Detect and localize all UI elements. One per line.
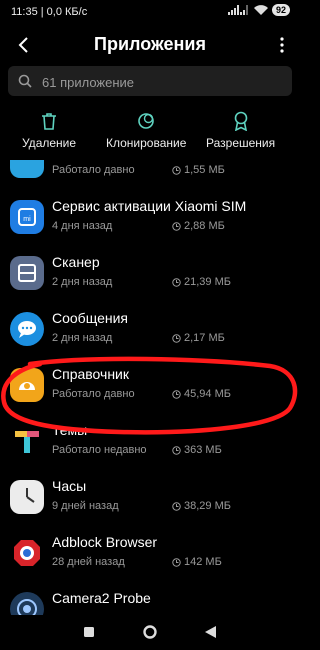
permissions-label: Разрешения — [206, 136, 276, 150]
clock-small-icon — [172, 445, 181, 455]
top-bar: Приложения — [0, 26, 300, 64]
app-row-xiaomi-sim[interactable]: mi Сервис активации Xiaomi SIM 4 дня наз… — [0, 190, 300, 246]
clock-small-icon — [172, 389, 181, 399]
permissions-icon — [234, 111, 247, 131]
app-size-value: 142 МБ — [184, 556, 222, 568]
app-size: 2,88 МБ — [172, 220, 225, 232]
messages-icon — [10, 312, 44, 346]
app-row-camera2-probe[interactable]: Camera2 Probe — [0, 582, 300, 615]
themes-icon — [10, 424, 44, 458]
app-row-clock[interactable]: Часы 9 дней назад 38,29 МБ — [0, 470, 300, 526]
svg-text:mi: mi — [23, 216, 31, 223]
clock-small-icon — [172, 501, 181, 511]
clock-small-icon — [172, 333, 181, 343]
nav-bar — [0, 615, 300, 650]
app-row-messages[interactable]: Сообщения 2 дня назад 2,17 МБ — [0, 302, 300, 358]
permissions-button[interactable]: Разрешения — [206, 110, 275, 154]
status-time: 11:35 | 0,0 КБ/с — [11, 6, 88, 18]
app-size-value: 2,88 МБ — [184, 220, 225, 232]
mi-sim-icon: mi — [10, 200, 44, 234]
status-bar: 11:35 | 0,0 КБ/с 92 — [0, 0, 300, 24]
directory-icon — [10, 368, 44, 402]
search-bar[interactable] — [8, 66, 292, 98]
status-icons: 92 — [227, 4, 290, 16]
app-size-value: 363 МБ — [184, 444, 222, 456]
app-name: Темы — [52, 422, 88, 438]
back-nav-icon[interactable] — [205, 626, 216, 638]
action-bar: Удаление Клонирование Разрешения — [0, 110, 300, 154]
app-size: 45,94 МБ — [172, 388, 231, 400]
uninstall-label: Удаление — [22, 136, 77, 150]
search-icon — [18, 74, 32, 88]
app-status: 2 дня назад — [52, 332, 113, 344]
app-size: 21,39 МБ — [172, 276, 231, 288]
app-size-value: 21,39 МБ — [184, 276, 231, 288]
uninstall-button[interactable]: Удаление — [22, 110, 76, 154]
app-name: Сообщения — [52, 310, 128, 326]
clock-small-icon — [172, 165, 181, 175]
app-icon-partial — [10, 160, 44, 178]
trash-icon — [42, 113, 57, 130]
app-status: 9 дней назад — [52, 500, 119, 512]
app-size-value: 45,94 МБ — [184, 388, 231, 400]
app-row-adblock[interactable]: Adblock Browser 28 дней назад 142 МБ — [0, 526, 300, 582]
app-status: Работало давно — [52, 164, 135, 176]
search-input[interactable] — [40, 66, 284, 98]
wifi-icon — [253, 5, 268, 15]
battery-level: 92 — [271, 4, 290, 16]
clone-button[interactable]: Клонирование — [106, 110, 186, 154]
home-nav-icon[interactable] — [143, 625, 157, 639]
app-size: 38,29 МБ — [172, 500, 231, 512]
app-size-value: 1,55 МБ — [184, 164, 225, 176]
clone-icon — [138, 113, 155, 129]
app-row-themes[interactable]: Темы Работало недавно 363 МБ — [0, 414, 300, 470]
clone-label: Клонирование — [106, 136, 187, 150]
app-name: Camera2 Probe — [52, 590, 151, 606]
app-status: Работало давно — [52, 388, 135, 400]
app-list: Работало давно 1,55 МБ mi Сервис активац… — [0, 160, 300, 615]
app-size: 1,55 МБ — [172, 164, 225, 176]
app-row-scanner[interactable]: Сканер 2 дня назад 21,39 МБ — [0, 246, 300, 302]
app-name: Сканер — [52, 254, 100, 270]
app-status: 28 дней назад — [52, 556, 125, 568]
adblock-icon — [10, 536, 44, 570]
signal-icon — [227, 5, 248, 15]
app-name: Справочник — [52, 366, 129, 382]
app-size: 363 МБ — [172, 444, 222, 456]
clock-icon — [10, 480, 44, 514]
app-size-value: 2,17 МБ — [184, 332, 225, 344]
app-row-partial[interactable]: Работало давно 1,55 МБ — [0, 160, 300, 190]
scanner-icon — [10, 256, 44, 290]
app-name: Часы — [52, 478, 87, 494]
page-title: Приложения — [94, 34, 206, 54]
camera-probe-icon — [10, 592, 44, 615]
app-row-directory[interactable]: Справочник Работало давно 45,94 МБ — [0, 358, 300, 414]
app-name: Adblock Browser — [52, 534, 158, 550]
app-status: 2 дня назад — [52, 276, 113, 288]
app-status: 4 дня назад — [52, 220, 113, 232]
app-size-value: 38,29 МБ — [184, 500, 231, 512]
app-status: Работало недавно — [52, 444, 147, 456]
app-size: 2,17 МБ — [172, 332, 225, 344]
recents-nav-icon[interactable] — [84, 627, 94, 637]
more-options-icon[interactable] — [278, 36, 286, 54]
clock-small-icon — [172, 221, 181, 231]
app-name: Сервис активации Xiaomi SIM — [52, 198, 247, 214]
clock-small-icon — [172, 557, 181, 567]
app-size: 142 МБ — [172, 556, 222, 568]
clock-small-icon — [172, 277, 181, 287]
